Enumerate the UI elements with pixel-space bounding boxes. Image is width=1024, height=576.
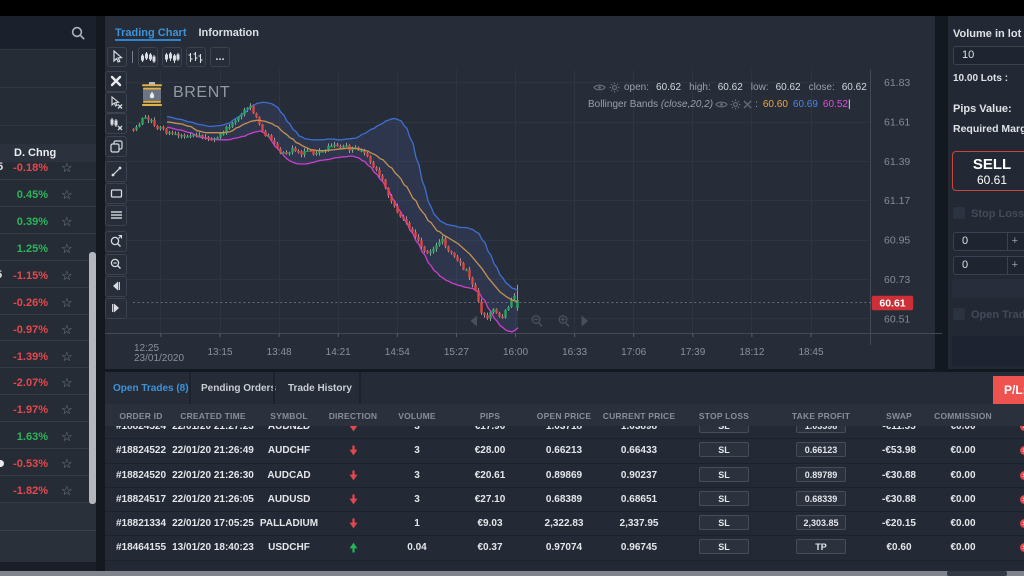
svg-text:61.83: 61.83 bbox=[884, 77, 910, 89]
svg-text:60.51: 60.51 bbox=[884, 313, 910, 325]
svg-text:14:21: 14:21 bbox=[326, 347, 351, 358]
svg-text:14:54: 14:54 bbox=[385, 347, 410, 358]
svg-text:60.73: 60.73 bbox=[884, 274, 910, 286]
svg-text:16:33: 16:33 bbox=[562, 347, 587, 358]
svg-text:60.95: 60.95 bbox=[884, 235, 910, 247]
svg-text:18:45: 18:45 bbox=[798, 347, 823, 358]
svg-text:17:06: 17:06 bbox=[621, 347, 646, 358]
svg-text:15:27: 15:27 bbox=[444, 347, 469, 358]
svg-text:23/01/2020: 23/01/2020 bbox=[134, 353, 184, 364]
svg-text:17:39: 17:39 bbox=[680, 347, 705, 358]
svg-text:16:00: 16:00 bbox=[503, 347, 528, 358]
svg-text:13:48: 13:48 bbox=[267, 347, 292, 358]
svg-text:60.61: 60.61 bbox=[879, 298, 905, 310]
svg-text:61.39: 61.39 bbox=[884, 156, 910, 168]
svg-text:61.61: 61.61 bbox=[884, 117, 910, 129]
svg-text:13:15: 13:15 bbox=[207, 347, 232, 358]
svg-text:61.17: 61.17 bbox=[884, 195, 910, 207]
svg-text:18:12: 18:12 bbox=[739, 347, 764, 358]
